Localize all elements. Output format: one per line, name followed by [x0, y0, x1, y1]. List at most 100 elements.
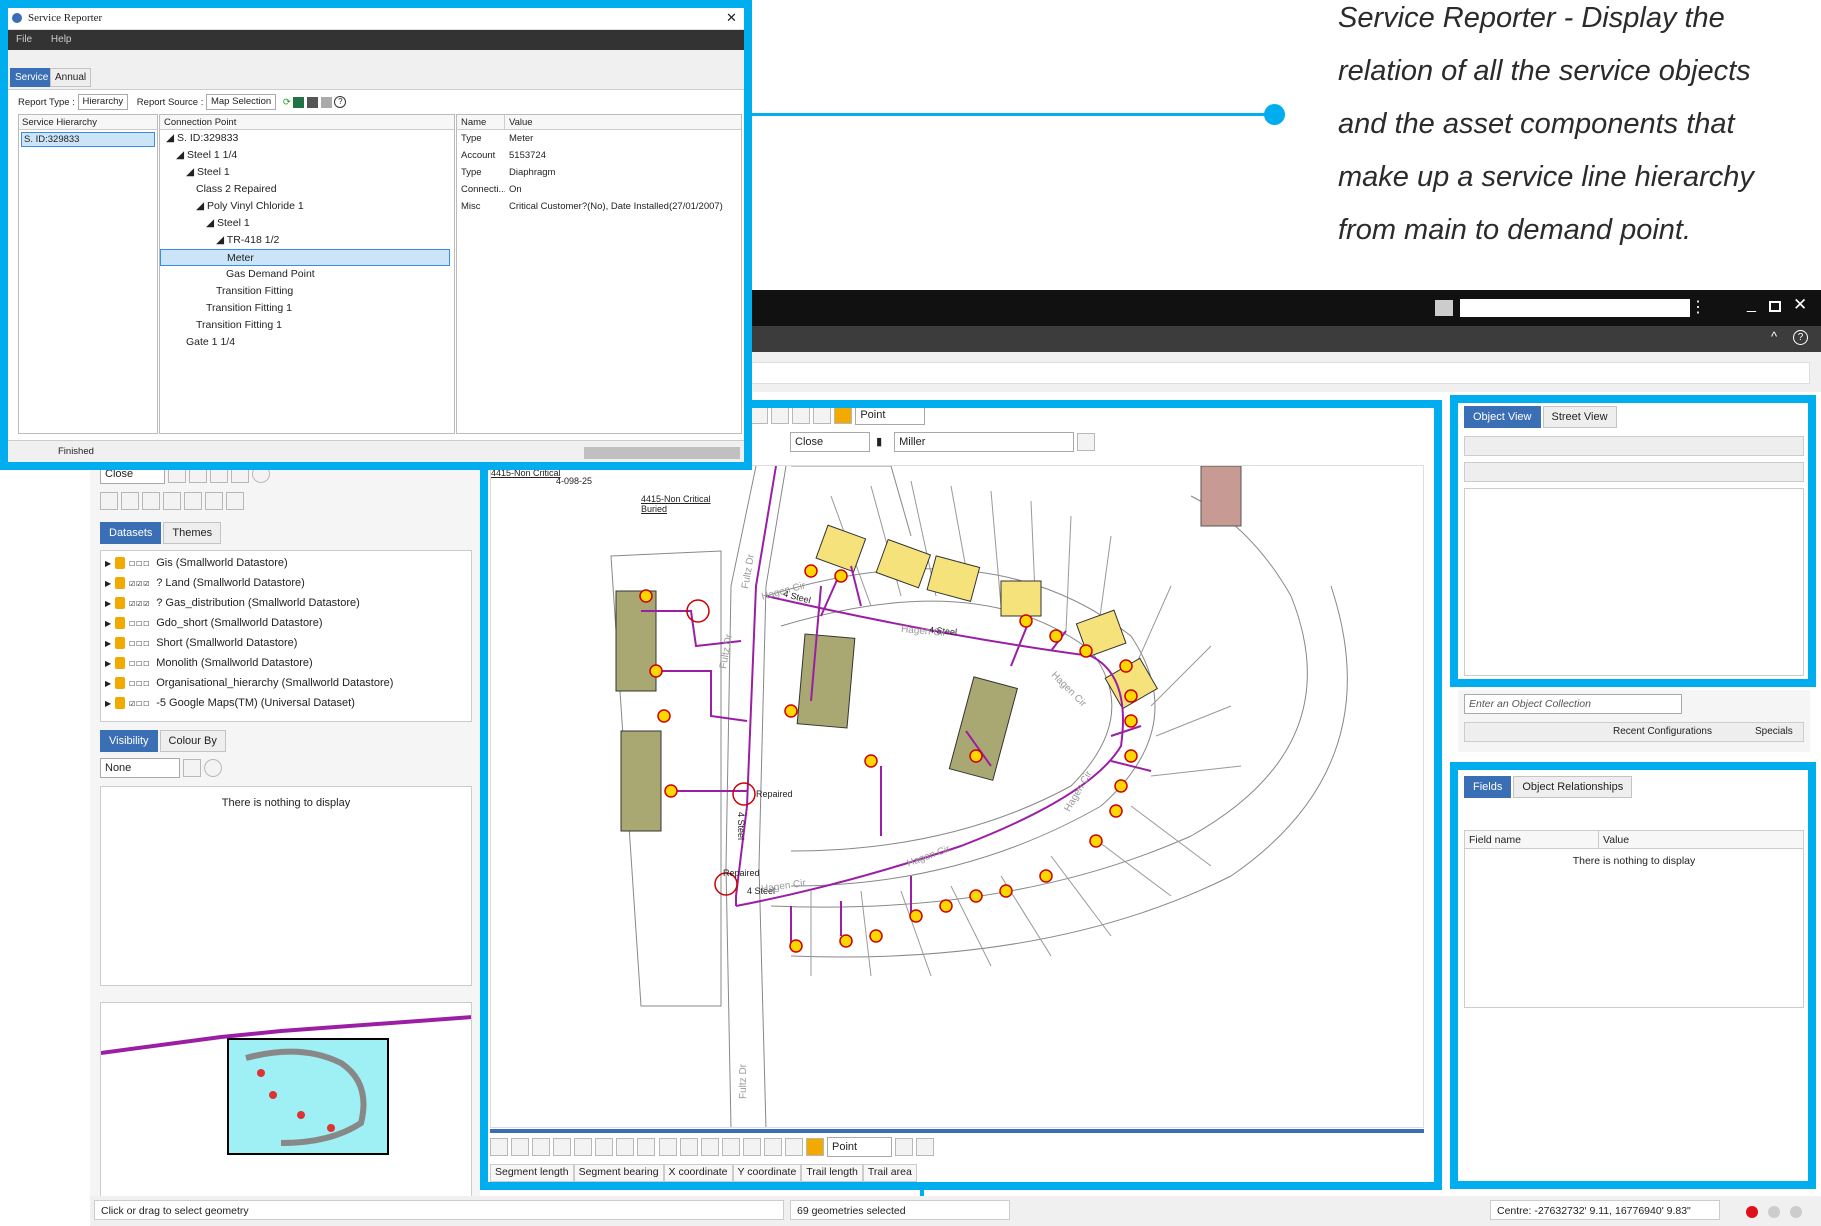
- tree-node[interactable]: Transition Fitting 1: [160, 317, 454, 334]
- props-name-header[interactable]: Name: [457, 115, 505, 129]
- dataset-checkboxes[interactable]: ☑☑☑: [129, 578, 150, 589]
- ribbon-input[interactable]: [745, 362, 1810, 384]
- title-search-box[interactable]: [1460, 299, 1690, 317]
- dataset-row[interactable]: ▶ ☐☐☐ Short (Smallworld Datastore): [101, 633, 471, 653]
- database-icon: [115, 637, 126, 650]
- map-frame: [480, 400, 1442, 1190]
- help-icon[interactable]: ?: [334, 96, 347, 109]
- specials-menu[interactable]: Specials: [1755, 723, 1793, 741]
- recent-configurations[interactable]: Recent Configurations: [1613, 723, 1712, 741]
- expand-icon[interactable]: ▶: [105, 579, 111, 588]
- tree-node[interactable]: ◢ TR-418 1/2: [160, 232, 454, 249]
- dataset-checkboxes[interactable]: ☐☐☐: [129, 558, 150, 569]
- copy-icon[interactable]: [163, 492, 182, 510]
- tree-node[interactable]: Gate 1 1/4: [160, 334, 454, 351]
- dataset-row[interactable]: ▶ ☐☐☐ Gdo_short (Smallworld Datastore): [101, 613, 471, 633]
- tree-node[interactable]: ◢ Poly Vinyl Chloride 1: [160, 198, 454, 215]
- document-icon[interactable]: [205, 492, 224, 510]
- property-name: Connecti...: [461, 184, 505, 195]
- menu-file[interactable]: File: [16, 34, 32, 45]
- save-icon[interactable]: [307, 96, 319, 108]
- expand-icon[interactable]: ▶: [105, 679, 111, 688]
- maximize-icon[interactable]: [1769, 301, 1781, 312]
- visibility-combo[interactable]: None: [100, 758, 180, 778]
- expand-icon[interactable]: ▶: [105, 639, 111, 648]
- connection-pane: Connection Point ◢ S. ID:329833 ◢ Steel 1…: [159, 114, 455, 434]
- close-window-icon[interactable]: ✕: [1793, 295, 1807, 315]
- report-source-combo[interactable]: Map Selection: [205, 94, 277, 111]
- property-value: Meter: [509, 133, 534, 144]
- tree-node[interactable]: ◢ Steel 1: [160, 164, 454, 181]
- expand-icon[interactable]: ▶: [105, 659, 111, 668]
- dataset-row[interactable]: ▶ ☐☐☐ Monolith (Smallworld Datastore): [101, 653, 471, 673]
- property-name: Account: [461, 150, 496, 161]
- dataset-checkboxes[interactable]: ☑☑☑: [129, 598, 150, 609]
- expand-icon[interactable]: ▶: [105, 699, 111, 708]
- dataset-row[interactable]: ▶ ☑☑☑ ? Gas_distribution (Smallworld Datas…: [101, 593, 471, 613]
- dataset-row[interactable]: ▶ ☑☐☐ -5 Google Maps(TM) (Universal Datase…: [101, 693, 471, 713]
- help-icon[interactable]: ?: [1793, 330, 1808, 345]
- excel-icon[interactable]: [293, 96, 305, 108]
- collection-input[interactable]: Enter an Object Collection: [1464, 694, 1682, 714]
- minimize-icon[interactable]: _: [1747, 296, 1756, 314]
- tree-node[interactable]: ◢ Steel 1: [160, 215, 454, 232]
- dataset-row[interactable]: ▶ ☐☐☐ Gis (Smallworld Datastore): [101, 553, 471, 573]
- image-icon[interactable]: [1435, 300, 1453, 316]
- paste-icon[interactable]: [184, 492, 203, 510]
- tree-node[interactable]: Class 2 Repaired: [160, 181, 454, 198]
- collapse-ribbon-icon[interactable]: ^: [1771, 329, 1777, 344]
- connector-dot: [1264, 104, 1285, 125]
- hierarchy-item[interactable]: S. ID:329833: [21, 132, 155, 147]
- tab-themes[interactable]: Themes: [163, 522, 222, 544]
- dataset-checkboxes[interactable]: ☐☐☐: [129, 638, 150, 649]
- help-icon[interactable]: [204, 759, 223, 777]
- dataset-label: Gis (Smallworld Datastore): [156, 557, 288, 569]
- progress-bar: [584, 447, 740, 459]
- stop-icon[interactable]: [320, 96, 332, 108]
- tab-annual[interactable]: Annual: [50, 68, 92, 87]
- tree-node[interactable]: Gas Demand Point: [160, 266, 454, 283]
- property-row: Misc Critical Customer?(No), Date Install…: [457, 198, 741, 215]
- refresh-icon[interactable]: ⟳: [283, 97, 291, 108]
- overview-map[interactable]: [100, 1002, 472, 1202]
- menu-help[interactable]: Help: [51, 34, 72, 45]
- dataset-label: ? Land (Smallworld Datastore): [156, 577, 305, 589]
- props-value-header[interactable]: Value: [505, 115, 533, 129]
- tab-colour-by[interactable]: Colour By: [159, 730, 226, 752]
- tree-node[interactable]: ◢ S. ID:329833: [160, 130, 454, 147]
- dataset-checkboxes[interactable]: ☑☐☐: [129, 698, 150, 709]
- report-type-combo[interactable]: Hierarchy: [77, 94, 129, 111]
- expand-icon[interactable]: ▶: [105, 599, 111, 608]
- tree-node[interactable]: Transition Fitting 1: [160, 300, 454, 317]
- left-panel: Close Datasets Themes ▶ ☐☐☐ Gis (Smallworld…: [90, 440, 480, 1210]
- dataset-label: Gdo_short (Smallworld Datastore): [156, 617, 323, 629]
- visibility-tabs: Visibility Colour By: [100, 730, 228, 752]
- more-icon[interactable]: ⋮: [1690, 297, 1706, 317]
- eye-icon[interactable]: [100, 492, 118, 510]
- tab-datasets[interactable]: Datasets: [100, 522, 162, 544]
- tree-node[interactable]: Transition Fitting: [160, 283, 454, 300]
- tab-service[interactable]: Service: [10, 68, 54, 87]
- tab-visibility[interactable]: Visibility: [100, 730, 158, 752]
- dataset-row[interactable]: ▶ ☐☐☐ Organisational_hierarchy (Smallworld…: [101, 673, 471, 693]
- property-value: 5153724: [509, 150, 546, 161]
- dataset-checkboxes[interactable]: ☐☐☐: [129, 678, 150, 689]
- caption-line: Service Reporter - Display the: [1338, 2, 1725, 34]
- fields-frame: [1450, 762, 1816, 1189]
- database-icon: [115, 657, 126, 670]
- close-icon[interactable]: ✕: [726, 10, 737, 26]
- eraser-icon[interactable]: [183, 759, 202, 777]
- dataset-checkboxes[interactable]: ☐☐☐: [129, 658, 150, 669]
- dataset-label: Monolith (Smallworld Datastore): [156, 657, 313, 669]
- expand-icon[interactable]: ▶: [105, 559, 111, 568]
- dataset-row[interactable]: ▶ ☑☑☑ ? Land (Smallworld Datastore): [101, 573, 471, 593]
- hierarchy-header: Service Hierarchy: [19, 115, 157, 130]
- database-icon: [115, 577, 126, 590]
- dataset-checkboxes[interactable]: ☐☐☐: [129, 618, 150, 629]
- expand-icon[interactable]: ▶: [105, 619, 111, 628]
- tree-node[interactable]: ◢ Steel 1 1/4: [160, 147, 454, 164]
- tree-node[interactable]: Meter: [160, 249, 450, 266]
- refresh-icon[interactable]: [226, 492, 245, 510]
- filter-icon[interactable]: [121, 492, 140, 510]
- sort-icon[interactable]: [142, 492, 161, 510]
